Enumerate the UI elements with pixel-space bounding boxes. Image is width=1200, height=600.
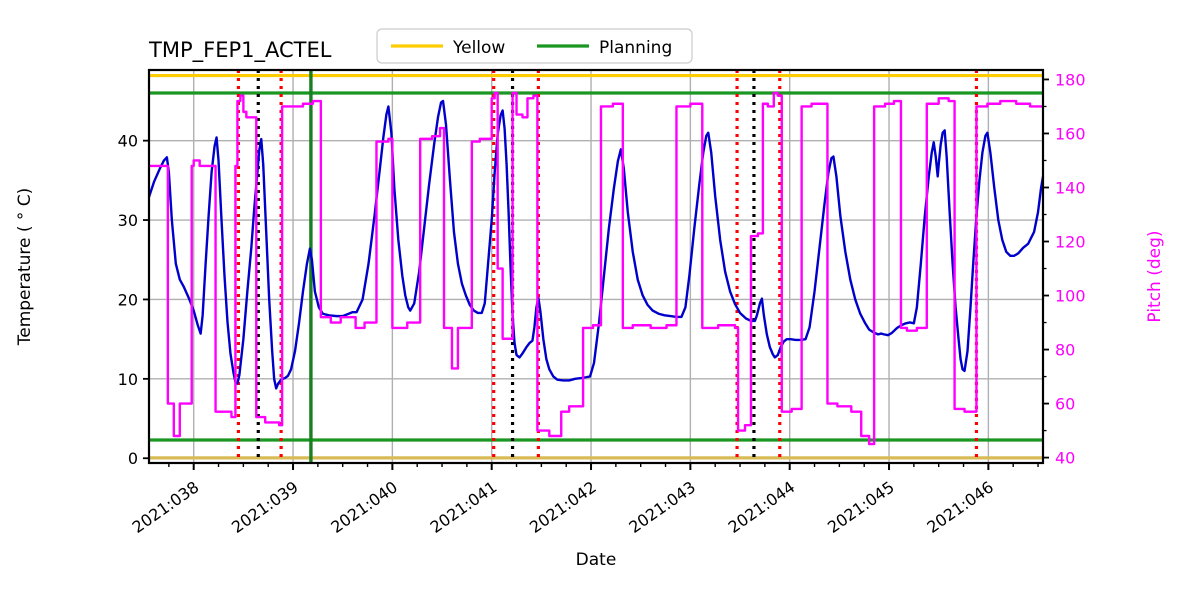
- y-axis-label-left: Temperature ( ° C): [15, 188, 35, 347]
- y-axis-label-right: Pitch (deg): [1145, 230, 1165, 322]
- ytick-label-right: 160: [1055, 124, 1086, 143]
- chart-title: TMP_FEP1_ACTEL: [148, 38, 332, 63]
- ytick-label-right: 60: [1055, 395, 1075, 414]
- xtick-label: 2021:045: [824, 477, 898, 537]
- ytick-label-left: 20: [118, 290, 138, 309]
- legend-label-yellow: Yellow: [452, 38, 505, 58]
- xtick-label: 2021:044: [725, 477, 799, 537]
- legend-label-planning: Planning: [599, 38, 672, 58]
- x-axis-label: Date: [576, 550, 617, 570]
- xtick-label: 2021:039: [228, 477, 302, 537]
- xtick-label: 2021:043: [625, 477, 699, 537]
- xtick-label: 2021:040: [327, 477, 401, 537]
- ytick-label-left: 10: [118, 370, 138, 389]
- ytick-label-left: 40: [118, 132, 138, 151]
- ytick-label-left: 0: [128, 449, 138, 468]
- temperature-pitch-chart: 0 10 20 30 40 40 60 80 100 120 140 160 180 2021:038 20…: [15, 28, 1165, 570]
- ytick-label-right: 40: [1055, 449, 1075, 468]
- ytick-label-right: 140: [1055, 178, 1086, 197]
- xtick-label: 2021:042: [526, 477, 600, 537]
- ytick-label-left: 30: [118, 211, 138, 230]
- ytick-label-right: 100: [1055, 287, 1086, 306]
- ytick-label-right: 180: [1055, 70, 1086, 89]
- ytick-label-right: 80: [1055, 341, 1075, 360]
- ytick-label-right: 120: [1055, 233, 1086, 252]
- xtick-label: 2021:041: [427, 477, 501, 537]
- chart-figure: 0 10 20 30 40 40 60 80 100 120 140 160 180 2021:038 20…: [0, 0, 1200, 600]
- xtick-label: 2021:038: [129, 477, 203, 537]
- xtick-label: 2021:046: [923, 477, 997, 537]
